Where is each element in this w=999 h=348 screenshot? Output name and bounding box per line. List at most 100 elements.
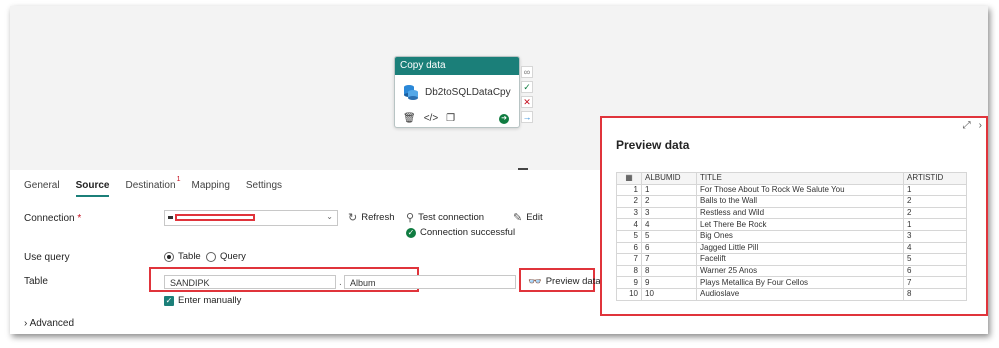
preview-table: ▦ ALBUMID TITLE ARTISTID 1 1 For Those Abo… — [616, 172, 967, 301]
radio-label: Query — [220, 251, 246, 262]
table-row: 1 1 For Those About To Rock We Salute You 1 — [616, 183, 967, 197]
activity-header: Copy data — [395, 57, 519, 75]
tab-source[interactable]: Source — [75, 180, 110, 197]
table-cell: 7 — [903, 276, 967, 289]
redacted-connection-name — [175, 214, 255, 221]
table-cell: Jagged Little Pill — [696, 241, 904, 255]
table-cell: 5 — [903, 253, 967, 266]
chevron-down-icon: ⌄ — [326, 212, 333, 221]
table-cell: 5 — [641, 229, 697, 243]
chevron-right-icon: › — [24, 318, 28, 329]
tab-label: Destination — [125, 180, 176, 191]
tab-general[interactable]: General — [24, 180, 60, 197]
plug-icon: ⚲ — [406, 212, 415, 224]
success-check-icon[interactable]: ✓ — [521, 81, 533, 93]
tab-label: General — [24, 180, 60, 191]
column-header: ARTISTID — [903, 172, 967, 185]
table-cell: 9 — [641, 276, 697, 289]
edit-label: Edit — [526, 212, 543, 223]
link-icon[interactable]: ∞ — [521, 66, 533, 78]
code-icon[interactable]: </> — [424, 113, 438, 124]
copy-icon[interactable]: ❐ — [446, 113, 455, 124]
table-cell: 10 — [641, 287, 697, 301]
table-cell: Restless and Wild — [696, 206, 904, 220]
row-number: 4 — [616, 218, 642, 231]
column-header: ALBUMID — [641, 172, 697, 185]
row-number: 2 — [616, 195, 642, 208]
table-row: 3 3 Restless and Wild 2 — [616, 206, 967, 220]
preview-toolbar: ⤢ › — [963, 120, 982, 131]
table-row: 4 4 Let There Be Rock 1 — [616, 218, 967, 231]
table-cell: 3 — [903, 229, 967, 243]
glasses-icon: 👓 — [528, 276, 542, 288]
refresh-label: Refresh — [361, 212, 395, 223]
success-check-icon: ✓ — [406, 227, 416, 238]
table-row: 2 2 Balls to the Wall 2 — [616, 195, 967, 208]
table-cell: 1 — [641, 183, 697, 197]
preview-data-panel: ⤢ › Preview data ▦ ALBUMID TITLE ARTISTI… — [600, 116, 988, 316]
table-label: Table — [24, 276, 48, 287]
table-cell: For Those About To Rock We Salute You — [696, 183, 904, 197]
advanced-label: Advanced — [29, 318, 75, 329]
property-tabs: General Source Destination 1 Mapping Sett… — [24, 176, 282, 197]
tab-destination[interactable]: Destination 1 — [125, 176, 180, 197]
tab-mapping[interactable]: Mapping — [192, 180, 230, 197]
table-header-row: ▦ ALBUMID TITLE ARTISTID — [616, 172, 967, 185]
row-number: 3 — [616, 206, 642, 220]
checkmark-icon: ✓ — [164, 295, 174, 306]
tab-settings[interactable]: Settings — [246, 180, 282, 197]
table-row: 9 9 Plays Metallica By Four Cellos 7 — [616, 276, 967, 289]
tab-label: Mapping — [191, 180, 230, 191]
table-cell: 4 — [903, 241, 967, 255]
table-cell: 6 — [641, 241, 697, 255]
row-number: 9 — [616, 276, 642, 289]
table-cell: 2 — [903, 195, 967, 208]
chevron-right-icon[interactable]: › — [979, 120, 982, 131]
connection-label-text: Connection — [24, 213, 75, 224]
refresh-icon: ↻ — [348, 212, 358, 224]
schema-input[interactable]: SANDIPK — [164, 275, 336, 289]
activity-actions: 🗑 </> ❐ ➜ — [403, 113, 509, 124]
refresh-button[interactable]: ↻ Refresh — [348, 211, 394, 224]
table-row: 10 10 Audioslave 8 — [616, 287, 967, 301]
test-connection-button[interactable]: ⚲ Test connection — [406, 211, 484, 224]
radio-query[interactable]: Query — [206, 251, 246, 262]
radio-unselected-icon — [206, 251, 216, 262]
table-cell: 8 — [641, 264, 697, 278]
expand-icon[interactable]: ⤢ — [963, 120, 971, 131]
radio-label: Table — [178, 251, 201, 262]
preview-data-button[interactable]: 👓 Preview data — [528, 275, 601, 288]
table-row: 8 8 Warner 25 Anos 6 — [616, 264, 967, 278]
advanced-section-toggle[interactable]: › Advanced — [24, 318, 74, 329]
schema-separator: . — [339, 277, 342, 288]
edit-button[interactable]: ✎ Edit — [513, 211, 543, 224]
table-cell: 2 — [903, 206, 967, 220]
table-name-input[interactable]: Album — [344, 275, 516, 289]
connection-status-text: Connection successful — [420, 227, 516, 238]
table-cell: Big Ones — [696, 229, 904, 243]
table-cell: 6 — [903, 264, 967, 278]
table-cell: 1 — [903, 218, 967, 231]
activity-output-ports: ∞ ✓ ✕ → — [521, 66, 533, 123]
completion-arrow-icon[interactable]: → — [521, 111, 533, 123]
table-row: 6 6 Jagged Little Pill 4 — [616, 241, 967, 255]
table-cell: 7 — [641, 253, 697, 266]
pipeline-editor-window: Copy data Db2toSQLDataCpy 🗑 </> ❐ ➜ ∞ ✓ … — [10, 6, 988, 334]
row-number: 10 — [616, 287, 642, 301]
preview-title: Preview data — [616, 138, 690, 152]
connection-label: Connection * — [24, 213, 81, 224]
use-query-label: Use query — [24, 252, 70, 263]
error-badge: 1 — [176, 176, 181, 183]
delete-icon[interactable]: 🗑 — [403, 113, 416, 124]
failure-x-icon[interactable]: ✕ — [521, 96, 533, 108]
run-arrow-icon[interactable]: ➜ — [499, 113, 509, 124]
radio-table[interactable]: Table — [164, 251, 201, 262]
copy-data-activity[interactable]: Copy data Db2toSQLDataCpy 🗑 </> ❐ ➜ — [394, 56, 520, 128]
table-cell: 2 — [641, 195, 697, 208]
enter-manually-label: Enter manually — [178, 295, 242, 306]
table-cell: 8 — [903, 287, 967, 301]
enter-manually-checkbox[interactable]: ✓ Enter manually — [164, 295, 241, 306]
required-mark: * — [77, 213, 82, 224]
connection-dropdown[interactable]: ⌄ — [164, 210, 338, 226]
column-header: TITLE — [696, 172, 904, 185]
